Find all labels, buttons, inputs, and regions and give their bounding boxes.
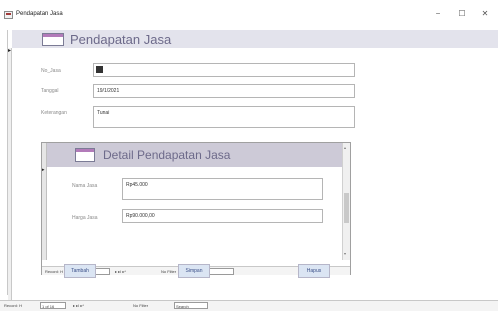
form-icon [4,11,13,19]
subform-title: Detail Pendapatan Jasa [103,148,231,162]
scroll-thumb[interactable] [344,193,349,223]
main-record-label: Record: H [4,303,23,308]
main-search-box[interactable]: Search [174,302,208,309]
tanggal-field[interactable]: 19/1/2021 [93,84,355,98]
maximize-button[interactable]: ☐ [455,8,469,20]
main-record-position[interactable]: 1 of 16 [40,302,66,309]
no-jasa-field[interactable] [93,63,355,77]
title-bar: Pendapatan Jasa − ☐ ✕ [0,0,498,30]
close-button[interactable]: ✕ [478,8,492,20]
keterangan-label: Keterangan [41,110,67,116]
subform-scrollbar[interactable]: ▴ ▾ [342,143,350,260]
record-pointer-icon: ▸ [8,48,12,54]
tanggal-label: Tanggal [41,88,59,94]
subform-nav-arrows[interactable]: ▸ ▸I ▸* [114,268,127,275]
no-jasa-label: No_Jasa [41,68,61,74]
no-jasa-marker [96,66,103,73]
keterangan-field[interactable]: Tunai [93,106,355,128]
scroll-up-icon[interactable]: ▴ [344,145,346,150]
form-header: Pendapatan Jasa [12,30,498,48]
main-filter-status[interactable]: No Filter [132,302,149,309]
tambah-button[interactable]: Tambah [64,264,96,278]
harga-jasa-value: Rp90.000,00 [126,213,155,219]
subform-record-pointer-icon: ▸ [42,167,45,173]
detail-subform: Detail Pendapatan Jasa ▸ Nama Jasa Rp45.… [41,142,351,275]
subform-record-label: Record: H [45,269,64,274]
main-nav-arrows[interactable]: ▸ ▸I ▸* [72,302,85,309]
harga-jasa-field[interactable]: Rp90.000,00 [122,209,323,223]
subform-filter-status[interactable]: No Filter [160,268,177,275]
subform-record-selector[interactable]: ▸ [42,143,47,260]
tanggal-value: 19/1/2021 [97,88,120,94]
nama-jasa-field[interactable]: Rp45.000 [122,178,323,200]
harga-jasa-label: Harga Jasa [72,215,98,221]
window-title: Pendapatan Jasa [16,11,63,17]
nama-jasa-value: Rp45.000 [126,182,148,188]
hapus-button[interactable]: Hapus [298,264,330,278]
minimize-button[interactable]: − [431,8,445,20]
subform-header: Detail Pendapatan Jasa [47,143,344,167]
record-selector[interactable]: ▸ [8,48,12,311]
form-area: Pendapatan Jasa ▸ No_Jasa Tanggal 19/1/2… [7,30,498,311]
nama-jasa-label: Nama Jasa [72,183,98,189]
scroll-down-icon[interactable]: ▾ [344,251,346,256]
simpan-button[interactable]: Simpan [178,264,210,278]
keterangan-value: Tunai [97,110,110,116]
main-navigation-bar: Record: H 1 of 16 ▸ ▸I ▸* No Filter Sear… [0,300,498,311]
form-header-title: Pendapatan Jasa [70,32,172,47]
subform-header-icon [75,148,95,162]
form-header-icon [42,33,64,46]
